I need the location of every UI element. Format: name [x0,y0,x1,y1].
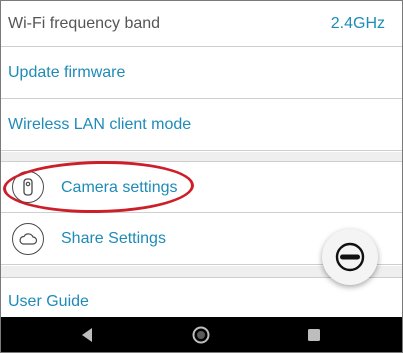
wireless-lan-client-mode-label: Wireless LAN client mode [8,116,192,133]
system-navigation-bar [1,317,402,352]
user-guide-row[interactable]: User Guide [1,279,402,317]
section-divider [1,152,402,162]
user-guide-label: User Guide [8,293,89,310]
shutter-fab-button[interactable] [322,229,378,285]
home-icon[interactable] [181,317,221,352]
recents-icon[interactable] [294,317,334,352]
camera-settings-row[interactable]: Camera settings [1,163,402,213]
wireless-lan-client-mode-row[interactable]: Wireless LAN client mode [1,100,402,151]
update-firmware-label: Update firmware [8,64,126,81]
wifi-frequency-band-label: Wi-Fi frequency band [8,14,161,32]
shutter-icon [335,242,365,272]
back-icon[interactable] [67,317,107,352]
wifi-frequency-band-row[interactable]: Wi-Fi frequency band 2.4GHz [1,1,402,47]
camera-icon [12,171,44,203]
settings-screen: Wi-Fi frequency band 2.4GHz Update firmw… [0,0,403,353]
wifi-frequency-band-value: 2.4GHz [330,14,385,32]
update-firmware-row[interactable]: Update firmware [1,48,402,99]
cloud-icon [12,223,44,255]
